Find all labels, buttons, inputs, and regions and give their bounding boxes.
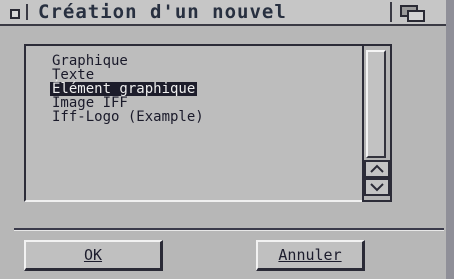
scrollbar-knob[interactable] [366,50,386,158]
requester-window: Création d'un nouvel Graphique Texte Élé… [0,0,454,279]
close-gadget[interactable] [6,4,28,20]
separator-line [14,228,444,231]
ok-button[interactable]: OK [24,240,163,271]
title-bar[interactable]: Création d'un nouvel [0,0,454,26]
ok-button-label: OK [83,246,103,264]
scroll-up-button[interactable] [364,160,390,178]
type-list: Graphique Texte Élément graphique Image … [24,44,364,202]
depth-front-icon [407,10,425,22]
window-title: Création d'un nouvel [38,1,287,23]
arrow-up-icon [370,164,384,173]
cancel-button[interactable]: Annuler [256,240,365,271]
list-item-graphique[interactable]: Graphique [50,54,130,68]
list-item-element-graphique[interactable]: Élément graphique [50,82,198,96]
scroll-down-button[interactable] [364,178,390,196]
depth-gadget[interactable] [390,2,430,22]
list-item-image-iff[interactable]: Image IFF [50,96,130,110]
list-item-texte[interactable]: Texte [50,68,96,82]
cancel-button-label: Annuler [278,246,342,264]
close-icon [10,9,20,19]
list-item-iff-logo[interactable]: Iff-Logo (Example) [50,110,206,124]
window-right-border [446,0,454,279]
arrow-down-icon [370,183,384,192]
